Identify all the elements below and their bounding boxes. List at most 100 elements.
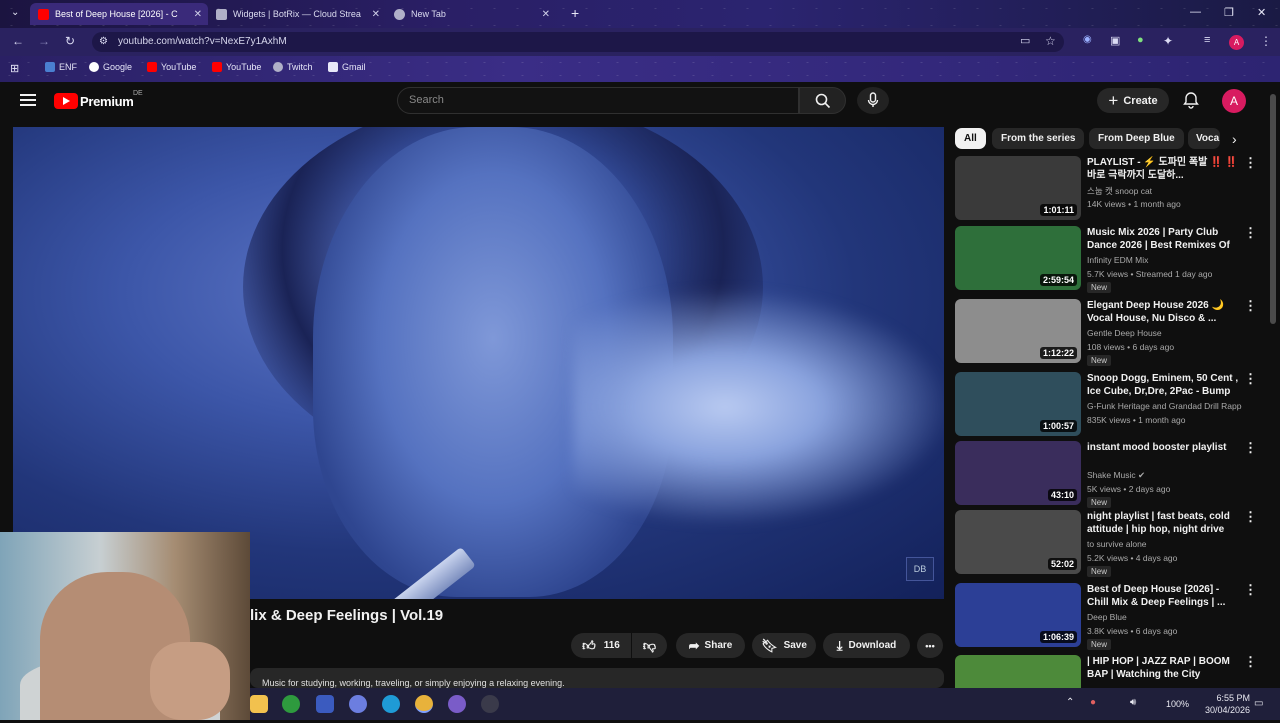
- channel-name[interactable]: to survive alone: [1087, 539, 1242, 549]
- video-thumbnail[interactable]: 43:10: [955, 441, 1081, 505]
- close-tab-icon[interactable]: ✕: [542, 9, 550, 20]
- clock-time[interactable]: 6:55 PM: [1206, 693, 1250, 703]
- tab-list-chevron-icon[interactable]: ⌄: [11, 7, 19, 18]
- apps-icon[interactable]: ⊞: [10, 62, 19, 75]
- url-text[interactable]: youtube.com/watch?v=NexE7y1AxhM: [118, 36, 287, 47]
- video-thumbnail[interactable]: 1:06:39: [955, 583, 1081, 647]
- chip-vocal[interactable]: Voca: [1188, 128, 1220, 149]
- dislike-button[interactable]: 👎︎: [632, 633, 667, 658]
- more-options-icon[interactable]: ⋮: [1244, 299, 1257, 312]
- recommended-video[interactable]: 1:12:22 Elegant Deep House 2026 🌙 Vocal H…: [955, 299, 1257, 367]
- video-thumbnail[interactable]: 52:02: [955, 510, 1081, 574]
- chip-from-series[interactable]: From the series: [992, 128, 1085, 149]
- search-button[interactable]: [799, 87, 846, 114]
- new-tab-button[interactable]: +: [571, 5, 579, 21]
- notifications-bell-icon[interactable]: [1182, 91, 1200, 109]
- chips-next-chevron-icon[interactable]: ›: [1232, 131, 1237, 147]
- recommended-video[interactable]: 1:01:11 PLAYLIST - ⚡ 도파민 폭발 ‼️ ‼️ 바로 극락까지…: [955, 156, 1257, 224]
- bookmark-google[interactable]: Google: [89, 62, 132, 72]
- edge-icon[interactable]: [382, 695, 400, 713]
- microphone-tray-icon[interactable]: ●: [1090, 697, 1096, 708]
- tab-botrix[interactable]: Widgets | BotRix — Cloud Strea ✕: [208, 3, 386, 25]
- file-explorer-icon[interactable]: [250, 695, 268, 713]
- forward-icon[interactable]: →: [38, 34, 50, 48]
- bookmark-youtube-2[interactable]: YouTube: [212, 62, 261, 72]
- save-button[interactable]: 🔖︎ Save: [752, 633, 816, 658]
- voice-search-button[interactable]: [857, 87, 889, 114]
- bookmark-enf[interactable]: ENF: [45, 62, 77, 72]
- media-control-icon[interactable]: ≡: [1204, 34, 1210, 46]
- youtube-logo-icon[interactable]: [54, 93, 78, 109]
- cast-icon[interactable]: ▭: [1020, 34, 1030, 47]
- tray-chevron-icon[interactable]: ⌃: [1066, 697, 1074, 708]
- profile-avatar[interactable]: A: [1229, 35, 1244, 50]
- hamburger-menu-icon[interactable]: [20, 94, 36, 106]
- recommended-video-title[interactable]: Snoop Dogg, Eminem, 50 Cent , Ice Cube, …: [1087, 372, 1239, 398]
- recommended-video[interactable]: 1:06:39 Best of Deep House [2026] - Chill…: [955, 583, 1257, 651]
- app-icon[interactable]: [316, 695, 334, 713]
- account-avatar[interactable]: A: [1222, 89, 1246, 113]
- recommended-video-title[interactable]: Music Mix 2026 | Party Club Dance 2026 |…: [1087, 226, 1239, 252]
- extension-icon[interactable]: ▣: [1110, 34, 1120, 47]
- channel-name[interactable]: Infinity EDM Mix: [1087, 255, 1242, 265]
- extensions-puzzle-icon[interactable]: ✦: [1163, 34, 1173, 48]
- more-options-icon[interactable]: ⋮: [1244, 156, 1257, 169]
- video-thumbnail[interactable]: 2:59:54: [955, 226, 1081, 290]
- video-thumbnail[interactable]: 1:12:22: [955, 299, 1081, 363]
- more-options-icon[interactable]: ⋮: [1244, 372, 1257, 385]
- more-actions-button[interactable]: •••: [917, 633, 943, 658]
- close-window-icon[interactable]: ✕: [1257, 6, 1266, 19]
- battery-indicator[interactable]: 100%: [1166, 699, 1189, 709]
- bookmark-star-icon[interactable]: ☆: [1045, 34, 1056, 48]
- xbox-icon[interactable]: [282, 695, 300, 713]
- recommended-video-title[interactable]: Elegant Deep House 2026 🌙 Vocal House, N…: [1087, 299, 1239, 325]
- extension-icon[interactable]: ◉: [1083, 34, 1092, 45]
- obs-icon[interactable]: [481, 695, 499, 713]
- channel-watermark-icon[interactable]: DB: [906, 557, 934, 581]
- download-button[interactable]: ⤓ Download: [823, 633, 910, 658]
- extension-icon[interactable]: ●: [1137, 34, 1144, 46]
- bookmark-gmail[interactable]: Gmail: [328, 62, 366, 72]
- bookmark-youtube[interactable]: YouTube: [147, 62, 196, 72]
- bookmark-twitch[interactable]: Twitch: [273, 62, 313, 72]
- recommended-video[interactable]: 2:59:54 Music Mix 2026 | Party Club Dance…: [955, 226, 1257, 294]
- more-options-icon[interactable]: ⋮: [1244, 226, 1257, 239]
- video-thumbnail[interactable]: 1:00:57: [955, 372, 1081, 436]
- scrollbar[interactable]: [1270, 94, 1276, 324]
- maximize-icon[interactable]: ❐: [1224, 6, 1234, 19]
- close-tab-icon[interactable]: ✕: [372, 9, 380, 20]
- share-button[interactable]: ➦ Share: [676, 633, 745, 658]
- clock-date[interactable]: 30/04/2026: [1196, 705, 1250, 715]
- minimize-icon[interactable]: —: [1190, 6, 1201, 18]
- create-button[interactable]: + Create: [1097, 88, 1169, 113]
- copilot-icon[interactable]: [349, 695, 367, 713]
- more-options-icon[interactable]: ⋮: [1244, 441, 1257, 454]
- channel-name[interactable]: Shake Music ✔: [1087, 470, 1242, 481]
- like-button[interactable]: 👍︎ 116: [571, 633, 631, 658]
- video-thumbnail[interactable]: 1:01:11: [955, 156, 1081, 220]
- back-icon[interactable]: ←: [12, 34, 24, 48]
- recommended-video[interactable]: 52:02 night playlist | fast beats, cold a…: [955, 510, 1257, 578]
- chip-all[interactable]: All: [955, 128, 986, 149]
- more-options-icon[interactable]: ⋮: [1244, 583, 1257, 596]
- recommended-video-title[interactable]: night playlist | fast beats, cold attitu…: [1087, 510, 1239, 536]
- channel-name[interactable]: Deep Blue: [1087, 612, 1242, 622]
- video-player[interactable]: DB: [13, 127, 944, 599]
- reload-icon[interactable]: ↻: [65, 34, 75, 48]
- more-options-icon[interactable]: ⋮: [1244, 510, 1257, 523]
- tab-youtube[interactable]: Best of Deep House [2026] - C ✕: [30, 3, 208, 25]
- search-input[interactable]: [409, 94, 789, 106]
- discord-icon[interactable]: [448, 695, 466, 713]
- site-info-icon[interactable]: ⚙: [99, 36, 108, 47]
- chrome-icon[interactable]: [415, 695, 433, 713]
- logo-text[interactable]: Premium: [80, 94, 134, 109]
- more-options-icon[interactable]: ⋮: [1244, 655, 1257, 668]
- channel-name[interactable]: Gentle Deep House: [1087, 328, 1242, 338]
- channel-name[interactable]: G-Funk Heritage and Grandad Drill Rappe.…: [1087, 401, 1242, 411]
- recommended-video[interactable]: 43:10 instant mood booster playlist Shake …: [955, 441, 1257, 509]
- close-tab-icon[interactable]: ✕: [194, 9, 202, 20]
- channel-name[interactable]: 스눕 캣 snoop cat: [1087, 185, 1242, 197]
- notifications-tray-icon[interactable]: ▭: [1254, 698, 1263, 709]
- chrome-menu-icon[interactable]: ⋮: [1260, 34, 1272, 48]
- tab-new-tab[interactable]: New Tab ✕: [386, 3, 556, 25]
